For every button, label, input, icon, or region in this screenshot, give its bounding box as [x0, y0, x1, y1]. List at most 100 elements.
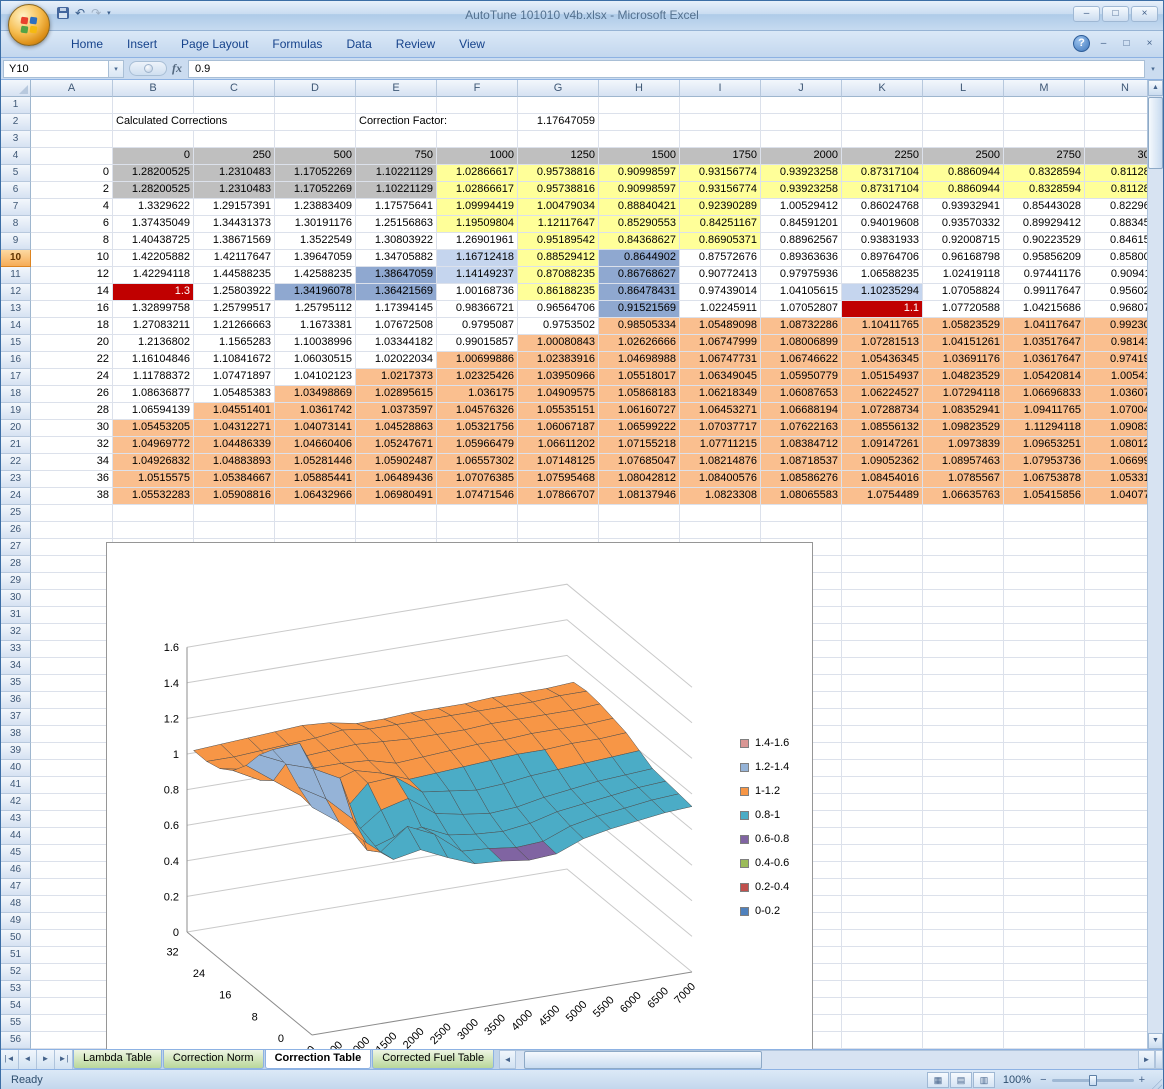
- cell[interactable]: [923, 743, 1004, 760]
- cell[interactable]: [1004, 743, 1085, 760]
- cell[interactable]: [1085, 981, 1149, 998]
- correction-cell[interactable]: 1.34705882: [356, 250, 437, 267]
- cell[interactable]: [31, 845, 113, 862]
- cell[interactable]: [923, 845, 1004, 862]
- cell[interactable]: [518, 131, 599, 148]
- cell[interactable]: [842, 913, 923, 930]
- correction-cell[interactable]: 0.86905371: [680, 233, 761, 250]
- load-header-cell[interactable]: 4: [31, 199, 113, 216]
- cell[interactable]: [842, 624, 923, 641]
- cell[interactable]: [1085, 811, 1149, 828]
- correction-cell[interactable]: 0.88529412: [518, 250, 599, 267]
- cell[interactable]: [923, 658, 1004, 675]
- cell[interactable]: [31, 573, 113, 590]
- cell[interactable]: [1085, 709, 1149, 726]
- cell[interactable]: [842, 794, 923, 811]
- load-header-cell[interactable]: 22: [31, 352, 113, 369]
- cell[interactable]: [1085, 913, 1149, 930]
- cell[interactable]: [1004, 947, 1085, 964]
- cell[interactable]: [842, 97, 923, 114]
- cell[interactable]: [599, 522, 680, 539]
- cell[interactable]: [31, 709, 113, 726]
- correction-cell[interactable]: 1.1: [842, 301, 923, 318]
- correction-cell[interactable]: 1.0373597: [356, 403, 437, 420]
- load-header-cell[interactable]: 38: [31, 488, 113, 505]
- cell[interactable]: [842, 726, 923, 743]
- cell[interactable]: [923, 607, 1004, 624]
- correction-cell[interactable]: 0.90998597: [599, 165, 680, 182]
- correction-cell[interactable]: 0.8644902: [599, 250, 680, 267]
- cell[interactable]: [1085, 828, 1149, 845]
- correction-cell[interactable]: 1.07471897: [194, 369, 275, 386]
- correction-cell[interactable]: 0.86024768: [842, 199, 923, 216]
- correction-cell[interactable]: 1.06067187: [518, 420, 599, 437]
- cell[interactable]: [1085, 590, 1149, 607]
- cell[interactable]: [923, 114, 1004, 131]
- cell[interactable]: [31, 539, 113, 556]
- cell[interactable]: [842, 590, 923, 607]
- cell[interactable]: [1085, 896, 1149, 913]
- cell[interactable]: [1085, 692, 1149, 709]
- correction-cell[interactable]: 0.86188235: [518, 284, 599, 301]
- cell[interactable]: [1085, 777, 1149, 794]
- correction-cell[interactable]: 1.29157391: [194, 199, 275, 216]
- cell[interactable]: [1085, 794, 1149, 811]
- ribbon-tab-data[interactable]: Data: [334, 32, 383, 57]
- load-header-cell[interactable]: 14: [31, 284, 113, 301]
- column-header-n[interactable]: N: [1085, 80, 1149, 97]
- cell[interactable]: [1085, 879, 1149, 896]
- column-header-j[interactable]: J: [761, 80, 842, 97]
- correction-cell[interactable]: 1.06599222: [599, 420, 680, 437]
- correction-cell[interactable]: 1.06489436: [356, 471, 437, 488]
- workbook-minimize-icon[interactable]: –: [1094, 38, 1113, 49]
- cell[interactable]: [31, 896, 113, 913]
- correction-cell[interactable]: 1.06746622: [761, 352, 842, 369]
- correction-cell[interactable]: 1.06747999: [680, 335, 761, 352]
- correction-cell[interactable]: 1.25795112: [275, 301, 356, 318]
- cell[interactable]: [31, 947, 113, 964]
- select-all-corner[interactable]: [1, 80, 31, 97]
- name-box[interactable]: Y10: [3, 60, 109, 78]
- correction-cell[interactable]: 1.04102123: [275, 369, 356, 386]
- correction-cell[interactable]: 0.97439014: [680, 284, 761, 301]
- correction-cell[interactable]: 0.95189542: [518, 233, 599, 250]
- correction-cell[interactable]: 0.8328594: [1004, 182, 1085, 199]
- cell[interactable]: [1085, 998, 1149, 1015]
- correction-cell[interactable]: 1.34431373: [194, 216, 275, 233]
- correction-cell[interactable]: 0.8328594: [1004, 165, 1085, 182]
- load-header-cell[interactable]: 18: [31, 318, 113, 335]
- cell[interactable]: [923, 97, 1004, 114]
- correction-cell[interactable]: 1.08384712: [761, 437, 842, 454]
- row-header-17[interactable]: 17: [1, 369, 31, 386]
- zoom-out-icon[interactable]: −: [1040, 1074, 1046, 1086]
- correction-cell[interactable]: 1.06087653: [761, 386, 842, 403]
- cell[interactable]: [1004, 607, 1085, 624]
- correction-cell[interactable]: 0.84591201: [761, 216, 842, 233]
- cell[interactable]: [1085, 573, 1149, 590]
- correction-cell[interactable]: 1.00168736: [437, 284, 518, 301]
- correction-cell[interactable]: 1.05485383: [194, 386, 275, 403]
- correction-cell[interactable]: 1.42117647: [194, 250, 275, 267]
- cell[interactable]: [31, 114, 113, 131]
- cell[interactable]: [1004, 641, 1085, 658]
- correction-cell[interactable]: 1.0360784: [1085, 386, 1149, 403]
- cell[interactable]: [31, 777, 113, 794]
- correction-cell[interactable]: 0.87317104: [842, 182, 923, 199]
- prev-sheet-icon[interactable]: ◄: [19, 1050, 37, 1069]
- cell[interactable]: [923, 862, 1004, 879]
- cell[interactable]: [31, 828, 113, 845]
- row-header-1[interactable]: 1: [1, 97, 31, 114]
- cell[interactable]: [113, 97, 194, 114]
- cell[interactable]: [842, 1032, 923, 1049]
- cell[interactable]: [113, 522, 194, 539]
- correction-cell[interactable]: 0.89764706: [842, 250, 923, 267]
- correction-cell[interactable]: 1.04117647: [1004, 318, 1085, 335]
- cell[interactable]: [842, 862, 923, 879]
- correction-cell[interactable]: 1.07720588: [923, 301, 1004, 318]
- correction-cell[interactable]: 1.07471546: [437, 488, 518, 505]
- column-header-g[interactable]: G: [518, 80, 599, 97]
- correction-cell[interactable]: 1.25799517: [194, 301, 275, 318]
- ribbon-tab-page-layout[interactable]: Page Layout: [169, 32, 260, 57]
- load-header-cell[interactable]: 30: [31, 420, 113, 437]
- correction-cell[interactable]: 0.9795087: [437, 318, 518, 335]
